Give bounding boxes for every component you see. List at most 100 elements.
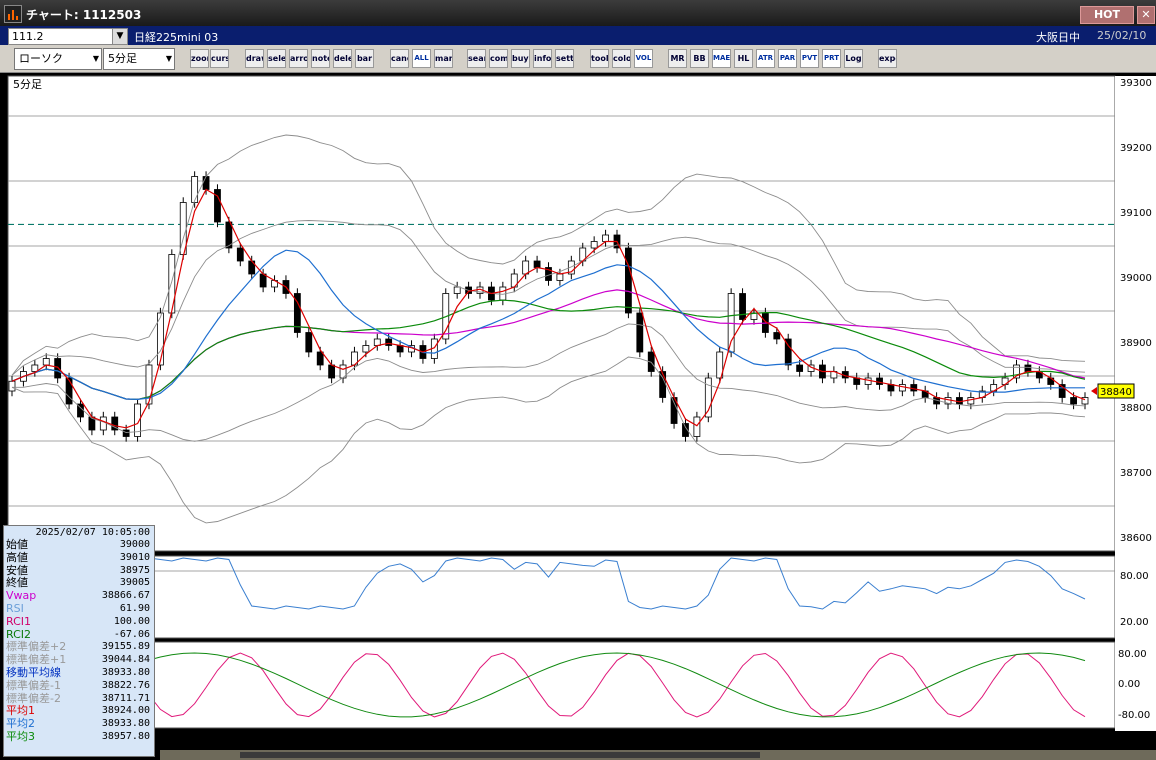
cursor-icon[interactable]: cursor [210,49,229,68]
buysell-icon[interactable]: buysell [511,49,530,68]
candle [739,293,746,320]
price-chart[interactable]: 5分足 39300 39200 39100 39000 38900 38800 38700 38… [0,73,1156,753]
candle [236,247,244,262]
bb-icon[interactable]: BB [690,49,709,68]
candle-icon[interactable]: candle [390,49,409,68]
instrument-name: 日経225mini 03 [134,31,219,44]
close-button[interactable]: ✕ [1137,6,1155,24]
time-label: 7/8:45 [598,732,637,745]
price-tick: 39100 [1120,208,1152,219]
color-icon[interactable]: color [612,49,631,68]
pvt-icon[interactable]: PVT [800,49,819,68]
candle [796,364,804,372]
candle [191,176,199,203]
info-icon[interactable]: info [533,49,552,68]
candle [99,416,107,431]
mark-icon[interactable]: mark [434,49,453,68]
info-value: 38924.00 [101,705,150,717]
info-row: 標準偏差+1 39044.84 [6,654,152,666]
candle [1024,364,1032,372]
info-value: 38975 [119,564,150,576]
info-label: 移動平均線 [6,666,61,679]
candle [522,260,530,275]
symbol-select[interactable]: 111.2 ▼ [8,28,128,45]
candle [316,351,324,366]
arrow-icon[interactable]: arrow [289,49,308,68]
info-row: 平均2 38933.80 [6,718,152,730]
tools-icon[interactable]: tools [590,49,609,68]
info-datetime: 2025/02/07 10:05:00 [35,527,150,538]
info-label: 始値 [6,538,28,551]
symbol-value: 111.2 [12,30,44,43]
candle [168,254,176,314]
time-label: 5 [158,732,166,745]
chevron-down-icon[interactable]: ▼ [112,29,127,44]
rci-tick: -80.00 [1118,710,1150,721]
compare-icon[interactable]: compare [489,49,508,68]
candle [967,397,975,405]
candle [362,345,370,353]
rci-tick: 80.00 [1118,649,1147,660]
horizontal-scrollbar[interactable] [160,750,1156,760]
all-icon[interactable]: ALL [412,49,431,68]
info-value: 38866.67 [101,590,150,602]
delete-icon[interactable]: delete [333,49,352,68]
symbol-bar: 111.2 ▼ 日経225mini 03 大阪日中 25/02/10 [0,26,1156,45]
title-bar: チャート: 1112503 HOT ✕ [0,0,1156,26]
mr-icon[interactable]: MR [668,49,687,68]
candle [65,377,73,405]
period-label: 5分足 [13,78,42,91]
hl-icon[interactable]: HL [734,49,753,68]
candle [876,377,883,385]
market-session: 大阪日中 [1036,31,1080,44]
info-value: 39044.84 [101,654,150,666]
candle [305,332,313,353]
info-value: 38957.80 [101,731,150,742]
info-value: 61.90 [119,603,150,614]
zoom-icon[interactable]: zoom [190,49,209,68]
info-value: 38711.71 [101,692,150,704]
info-label: 平均3 [6,730,35,743]
candle [259,273,267,288]
note-icon[interactable]: note [311,49,330,68]
chart-type-select[interactable]: ローソク ▼ [14,48,102,70]
period-value: 5分足 [108,52,137,65]
info-row: RCI2 -67.06 [6,628,152,641]
candle [910,384,918,392]
chart-type-value: ローソク [19,52,63,65]
current-price-label: 38840 [1100,387,1132,398]
time-label: 14 [966,732,982,745]
export-icon[interactable]: export [878,49,897,68]
info-row: 安値 38975 [6,564,152,577]
vol-icon[interactable]: VOL [634,49,653,68]
mae-icon[interactable]: MAE [712,49,731,68]
price-tick: 38900 [1120,338,1152,349]
par-icon[interactable]: PAR [778,49,797,68]
time-label: 12 [356,732,371,745]
info-row: 標準偏差-2 38711.71 [6,692,152,705]
bar-icon[interactable]: bar [355,49,374,68]
chevron-down-icon: ▼ [92,54,99,63]
session-date: 25/02/10 [1097,29,1147,42]
info-label: 平均1 [6,704,35,718]
settings-icon[interactable]: settings [555,49,574,68]
hot-button[interactable]: HOT [1080,6,1134,24]
time-label: 12 [830,732,845,745]
rsi-tick: 20.00 [1120,617,1149,628]
scrollbar-thumb[interactable] [240,752,760,758]
candle [42,358,50,366]
period-select[interactable]: 5分足 ▼ [103,48,175,70]
search-icon[interactable]: search [467,49,486,68]
candle [122,429,130,437]
draw-icon[interactable]: draw [245,49,264,68]
info-row: 平均3 38957.80 [6,731,152,743]
info-label: 高値 [6,550,28,564]
info-row: 終値 39005 [6,577,152,589]
prt-icon[interactable]: PRT [822,49,841,68]
log-icon[interactable]: Log [844,49,863,68]
candle [8,380,16,392]
select-icon[interactable]: select [267,49,286,68]
candle [328,364,336,379]
info-value: 38822.76 [101,679,150,691]
atr-icon[interactable]: ATR [756,49,775,68]
